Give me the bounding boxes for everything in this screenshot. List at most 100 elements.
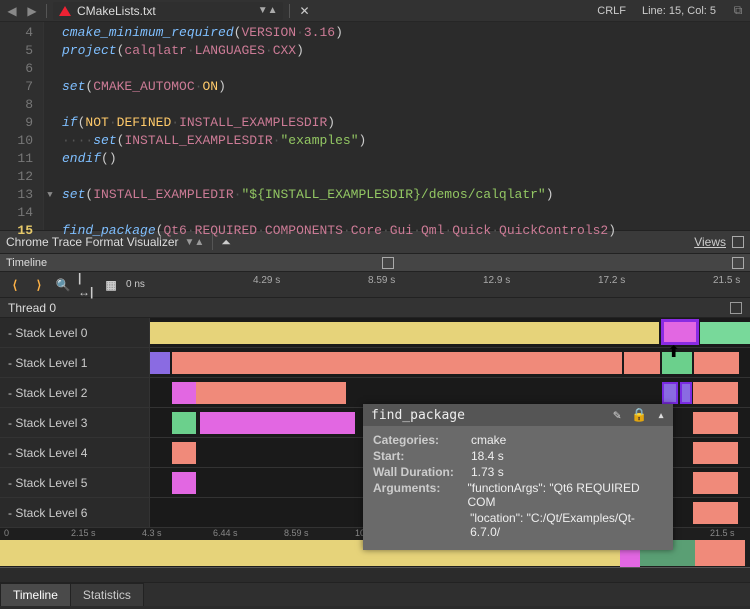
trace-bar[interactable] — [693, 412, 738, 434]
trace-bar[interactable] — [680, 382, 692, 404]
edit-icon[interactable]: ✎ — [613, 408, 621, 423]
fold-column: ▼ — [44, 22, 56, 230]
views-button[interactable]: Views — [694, 235, 726, 249]
stack-level-label: - Stack Level 5 — [0, 468, 150, 497]
overview-tick: 0 — [4, 528, 9, 538]
stack-level-label: - Stack Level 2 — [0, 378, 150, 407]
separator — [46, 4, 47, 18]
trace-bar[interactable] — [150, 322, 659, 344]
stack-level-label: - Stack Level 6 — [0, 498, 150, 527]
tooltip-key: Arguments: — [373, 481, 459, 509]
stack-row: - Stack Level 1 — [0, 348, 750, 378]
tooltip-value: 18.4 s — [471, 449, 504, 463]
filter-icon[interactable]: ⏶ — [221, 235, 231, 250]
visualizer-dropdown-icon[interactable]: ▼▲ — [185, 237, 205, 248]
overview-bar — [695, 540, 745, 566]
editor-tabbar: ◀ ▶ CMakeLists.txt ▼▲ ✕ CRLF Line: 15, C… — [0, 0, 750, 22]
fold-marker-icon[interactable]: ▼ — [44, 186, 56, 204]
range-select-icon[interactable]: |↔| — [78, 276, 96, 294]
lock-icon[interactable]: 🔒 — [631, 408, 647, 423]
code-editor[interactable]: 4 5 6 7 8 9 10 11 12 13 14 15 ▼ cmake_mi… — [0, 22, 750, 230]
overview-bar — [620, 552, 640, 567]
stack-bars[interactable] — [150, 348, 750, 377]
file-tab[interactable]: CMakeLists.txt ▼▲ — [53, 2, 283, 20]
tab-timeline[interactable]: Timeline — [0, 583, 71, 606]
collapse-icon[interactable]: ▴ — [657, 408, 665, 423]
trace-bar[interactable] — [624, 352, 660, 374]
trace-bar[interactable] — [693, 472, 738, 494]
time-ruler[interactable]: 4.29 s 8.59 s 12.9 s 17.2 s 21.5 s — [150, 272, 750, 297]
stack-bars[interactable] — [150, 378, 750, 407]
mouse-cursor-icon: ⬆ — [667, 342, 680, 362]
tooltip-key: Wall Duration: — [373, 465, 463, 479]
grid-icon[interactable]: ▦ — [102, 276, 120, 294]
tooltip-body: Categories:cmake Start:18.4 s Wall Durat… — [363, 426, 673, 550]
trace-bar[interactable] — [200, 412, 355, 434]
trace-bar[interactable] — [693, 382, 738, 404]
jump-prev-icon[interactable]: ⟨ — [6, 276, 24, 294]
trace-tooltip: find_package ✎ 🔒 ▴ Categories:cmake Star… — [363, 404, 673, 550]
timeline-section-label: Timeline — [6, 257, 47, 269]
tooltip-value: "functionArgs": "Qt6 REQUIRED COM — [467, 481, 663, 509]
trace-bar[interactable] — [694, 352, 739, 374]
tooltip-value: cmake — [471, 433, 506, 447]
tooltip-title: find_package — [371, 408, 465, 423]
separator — [212, 234, 213, 250]
trace-bar[interactable] — [700, 322, 750, 344]
overview-tick: 21.5 s — [710, 528, 735, 538]
zoom-level-label: 0 ns — [126, 279, 145, 290]
stack-level-label: - Stack Level 0 — [0, 318, 150, 347]
stack-level-label: - Stack Level 3 — [0, 408, 150, 437]
cmake-file-icon — [59, 6, 71, 16]
trace-bar[interactable] — [172, 352, 622, 374]
overview-tick: 2.15 s — [71, 528, 96, 538]
stack-level-label: - Stack Level 4 — [0, 438, 150, 467]
visualizer-title: Chrome Trace Format Visualizer — [6, 235, 179, 249]
tooltip-value: 1.73 s — [471, 465, 504, 479]
trace-bar[interactable] — [172, 472, 196, 494]
timeline-toolbar: ⟨ ⟩ 🔍 |↔| ▦ 0 ns 4.29 s 8.59 s 12.9 s 17… — [0, 272, 750, 298]
trace-bar[interactable] — [693, 442, 738, 464]
file-tab-label: CMakeLists.txt — [77, 4, 156, 18]
ruler-tick: 12.9 s — [483, 275, 510, 286]
expand-icon[interactable] — [382, 257, 394, 269]
tab-dropdown-icon[interactable]: ▼▲ — [258, 5, 278, 16]
thread-header[interactable]: Thread 0 — [0, 298, 750, 318]
nav-back-icon[interactable]: ◀ — [4, 3, 20, 19]
overview-tick: 4.3 s — [142, 528, 162, 538]
trace-bar[interactable] — [172, 412, 196, 434]
thread-label: Thread 0 — [8, 301, 56, 315]
stack-bars[interactable] — [150, 318, 750, 347]
line-number-gutter: 4 5 6 7 8 9 10 11 12 13 14 15 — [0, 22, 44, 230]
zoom-icon[interactable]: 🔍 — [54, 276, 72, 294]
stack-row: - Stack Level 0 — [0, 318, 750, 348]
restore-icon[interactable] — [732, 236, 744, 248]
code-content[interactable]: cmake_minimum_required(VERSION·3.16) pro… — [56, 22, 622, 230]
ruler-tick: 4.29 s — [253, 275, 280, 286]
separator — [289, 4, 290, 18]
line-ending-label[interactable]: CRLF — [595, 5, 636, 17]
close-section-icon[interactable] — [732, 257, 744, 269]
overview-tick: 6.44 s — [213, 528, 238, 538]
tab-statistics[interactable]: Statistics — [70, 583, 144, 606]
stack-level-label: - Stack Level 1 — [0, 348, 150, 377]
trace-bar[interactable] — [662, 382, 678, 404]
jump-next-icon[interactable]: ⟩ — [30, 276, 48, 294]
cursor-position-label[interactable]: Line: 15, Col: 5 — [640, 5, 726, 17]
bottom-tab-bar: Timeline Statistics — [0, 582, 750, 606]
tooltip-key: Start: — [373, 449, 463, 463]
thread-collapse-icon[interactable] — [730, 302, 742, 314]
ruler-tick: 21.5 s — [713, 275, 740, 286]
split-editor-icon[interactable]: ⧉ — [730, 3, 746, 19]
ruler-tick: 17.2 s — [598, 275, 625, 286]
trace-bar[interactable] — [196, 382, 346, 404]
trace-bar[interactable] — [172, 442, 196, 464]
close-tab-icon[interactable]: ✕ — [296, 3, 312, 19]
nav-forward-icon[interactable]: ▶ — [24, 3, 40, 19]
tooltip-key — [373, 511, 462, 539]
timeline-section-header: Timeline — [0, 254, 750, 272]
trace-bar[interactable] — [172, 382, 196, 404]
trace-bar[interactable] — [693, 502, 738, 524]
tooltip-header: find_package ✎ 🔒 ▴ — [363, 404, 673, 426]
trace-bar[interactable] — [150, 352, 170, 374]
